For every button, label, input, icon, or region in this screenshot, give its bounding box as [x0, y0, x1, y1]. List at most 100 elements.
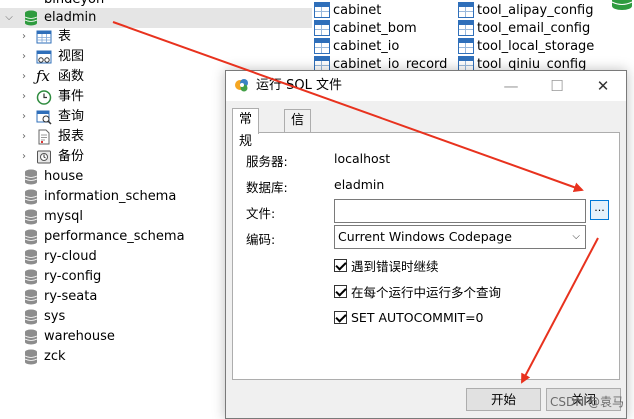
- tree-item-label: mysql: [44, 209, 83, 224]
- server-label: 服务器:: [246, 154, 288, 169]
- database-icon: [24, 169, 38, 185]
- expand-chevron-icon[interactable]: ›: [19, 91, 29, 103]
- run-sql-file-dialog: 运行 SQL 文件 — ☐ ✕ 常规 信息日志 服务器: localhost 数…: [225, 70, 627, 419]
- tree-item-tables[interactable]: › 表: [0, 27, 312, 47]
- tree-item-eladmin[interactable]: ⌵ eladmin: [0, 8, 312, 28]
- maximize-button[interactable]: ☐: [534, 71, 580, 101]
- collapse-chevron-icon[interactable]: ⌵: [4, 12, 14, 24]
- watermark: CSDN @袁马: [550, 395, 625, 409]
- app-window: bindeyon ⌵ eladmin › 表 ›: [0, 0, 634, 419]
- tree-item-label: 备份: [58, 149, 85, 164]
- table-name: tool_email_config: [477, 20, 591, 36]
- tree-item-label: ry-config: [44, 269, 102, 284]
- continue-on-error-checkbox[interactable]: 遇到错误时继续: [334, 257, 439, 274]
- encoding-selected-value: Current Windows Codepage: [338, 229, 512, 244]
- tree-item-label: performance_schema: [44, 229, 185, 244]
- tree-item-label: warehouse: [44, 329, 115, 344]
- event-icon: [36, 90, 52, 105]
- table-name: tool_alipay_config: [477, 2, 594, 18]
- start-button[interactable]: 开始: [466, 388, 541, 411]
- expand-chevron-icon[interactable]: ›: [19, 131, 29, 143]
- expand-chevron-icon[interactable]: ›: [19, 151, 29, 163]
- database-icon: [24, 349, 38, 365]
- checkbox-checked-icon: [334, 284, 347, 298]
- general-panel: 服务器: localhost 数据库: eladmin 文件: ... 编码: …: [232, 132, 620, 380]
- file-label: 文件:: [246, 206, 276, 221]
- database-icon: [24, 10, 38, 26]
- table-name: cabinet_io: [333, 38, 400, 54]
- table-icon: [458, 20, 474, 36]
- tree-item-label: zck: [44, 349, 66, 364]
- tree-item-label: 表: [58, 29, 72, 44]
- multiple-queries-checkbox[interactable]: 在每个运行中运行多个查询: [334, 283, 502, 300]
- checkbox-label: 在每个运行中运行多个查询: [351, 284, 502, 300]
- tree-item-label: 事件: [58, 89, 85, 104]
- table-icon: [36, 30, 52, 44]
- dialog-titlebar[interactable]: 运行 SQL 文件 — ☐ ✕: [226, 71, 626, 101]
- table-item[interactable]: tool_local_storage: [458, 36, 594, 56]
- autocommit-checkbox[interactable]: SET AUTOCOMMIT=0: [334, 309, 484, 325]
- table-icon: [458, 38, 474, 54]
- tree-item-label: eladmin: [44, 10, 97, 25]
- tree-item-label: ry-cloud: [44, 249, 97, 264]
- encoding-label: 编码:: [246, 232, 276, 247]
- table-item[interactable]: cabinet_io: [314, 36, 399, 56]
- tree-item-label: 报表: [58, 129, 85, 144]
- table-icon: [458, 2, 474, 18]
- database-icon: [611, 0, 633, 10]
- database-icon: [24, 209, 38, 225]
- database-label: 数据库:: [246, 180, 288, 195]
- table-item[interactable]: tool_email_config: [458, 18, 590, 38]
- browse-file-button[interactable]: ...: [590, 200, 609, 220]
- tree-item-label: 视图: [58, 49, 85, 64]
- tree-item-label: sys: [44, 309, 66, 324]
- expand-chevron-icon[interactable]: ›: [19, 71, 29, 83]
- database-icon: [24, 309, 38, 325]
- database-icon: [24, 249, 38, 265]
- expand-chevron-icon[interactable]: ›: [19, 51, 29, 63]
- file-path-input[interactable]: [334, 199, 586, 223]
- table-icon: [314, 2, 330, 18]
- table-icon: [314, 20, 330, 36]
- tree-item-label: 查询: [58, 109, 85, 124]
- tab-message-log[interactable]: 信息日志: [284, 109, 312, 194]
- database-value: eladmin: [334, 177, 385, 192]
- table-icon: [314, 38, 330, 54]
- tree-item-label: information_schema: [44, 189, 177, 204]
- table-name: tool_local_storage: [477, 38, 595, 54]
- backup-icon: [37, 150, 51, 164]
- table-item[interactable]: cabinet_bom: [314, 18, 417, 38]
- server-value: localhost: [334, 151, 391, 166]
- checkbox-checked-icon: [334, 258, 347, 272]
- chevron-down-icon: ⌵: [572, 231, 580, 242]
- query-icon: [36, 110, 52, 125]
- tree-item-label: house: [44, 169, 84, 184]
- tree-item-views[interactable]: › 视图: [0, 47, 312, 67]
- expand-chevron-icon[interactable]: ›: [19, 111, 29, 123]
- function-icon: ƒx: [36, 67, 51, 85]
- checkbox-label: 遇到错误时继续: [351, 258, 439, 274]
- database-icon: [24, 189, 38, 205]
- tree-item-label: ry-seata: [44, 289, 98, 304]
- navicat-app-icon: [235, 79, 248, 92]
- expand-chevron-icon[interactable]: ›: [19, 31, 29, 43]
- table-list: cabinet cabinet_bom cabinet_io cabinet_io_r…: [312, 0, 634, 75]
- close-window-button[interactable]: ✕: [580, 71, 626, 101]
- database-icon: [24, 329, 38, 345]
- database-icon: [24, 269, 38, 285]
- minimize-button[interactable]: —: [488, 71, 534, 101]
- table-name: cabinet_bom: [333, 20, 417, 36]
- checkbox-checked-icon: [334, 310, 347, 324]
- database-icon: [24, 289, 38, 305]
- view-icon: [36, 50, 52, 64]
- table-name: cabinet: [333, 2, 382, 18]
- encoding-select[interactable]: Current Windows Codepage ⌵: [334, 225, 586, 249]
- dialog-title: 运行 SQL 文件: [256, 78, 342, 93]
- table-item[interactable]: tool_alipay_config: [458, 0, 594, 20]
- tab-general[interactable]: 常规: [232, 108, 260, 149]
- table-item[interactable]: cabinet: [314, 0, 381, 20]
- tree-item-label: 函数: [58, 69, 85, 84]
- report-icon: [38, 129, 50, 145]
- database-icon: [24, 229, 38, 245]
- checkbox-label: SET AUTOCOMMIT=0: [351, 309, 484, 325]
